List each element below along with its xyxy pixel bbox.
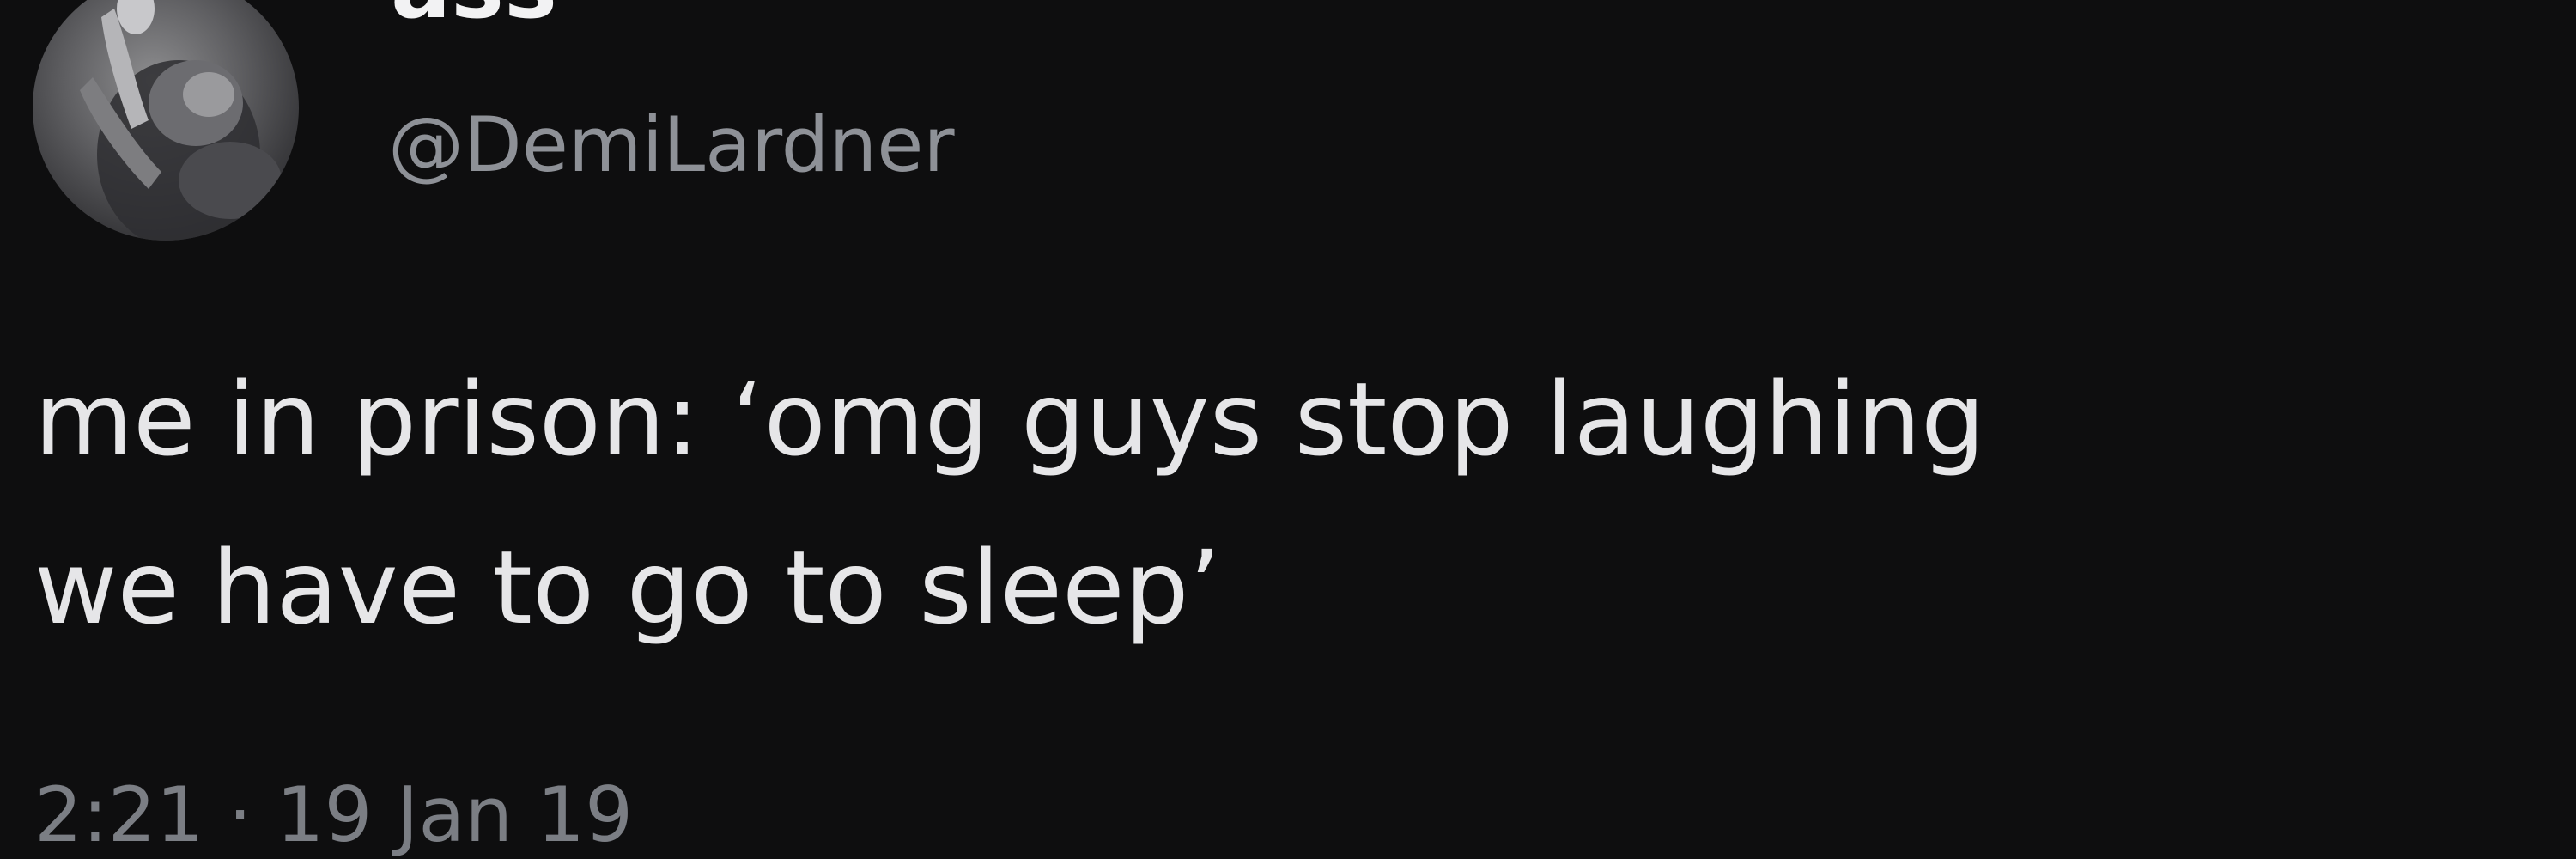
author-display-name[interactable]: ass bbox=[391, 0, 557, 31]
tweet-timestamp[interactable]: 2:21 · 19 Jan 19 bbox=[34, 777, 633, 853]
tweet-text-line: me in prison: ‘omg guys stop laughing bbox=[34, 360, 1986, 478]
tweet-text: me in prison: ‘omg guys stop laughing we… bbox=[34, 335, 2524, 672]
avatar-image bbox=[80, 0, 282, 241]
tweet-card: ass @DemiLardner me in prison: ‘omg guys… bbox=[0, 0, 2576, 859]
tweet-text-line: we have to go to sleep’ bbox=[34, 528, 1222, 647]
author-handle[interactable]: @DemiLardner bbox=[388, 107, 955, 183]
avatar[interactable] bbox=[33, 0, 299, 241]
